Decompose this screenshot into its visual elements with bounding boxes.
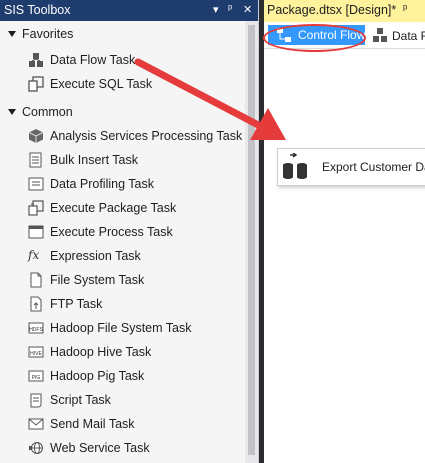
data-flow-icon (373, 28, 387, 42)
toolbox-item-file-system-task[interactable]: File System Task (28, 269, 243, 291)
toolbox-item-execute-process-task[interactable]: Execute Process Task (28, 221, 243, 243)
section-common[interactable]: Common (8, 105, 73, 119)
tab-label: Data F (392, 29, 425, 43)
item-label: Expression Task (50, 249, 141, 263)
item-label: Data Flow Task (50, 53, 136, 67)
scrollbar-thumb[interactable] (248, 25, 255, 455)
section-label: Favorites (22, 27, 74, 41)
item-label: Execute Package Task (50, 201, 177, 215)
pin-icon[interactable]: ᵖ (228, 3, 232, 15)
pig-icon: PIG (28, 370, 44, 382)
document-tab-title: Package.dtsx [Design]* (267, 3, 397, 17)
tab-data-flow[interactable]: Data F (372, 25, 425, 45)
mail-icon (28, 418, 44, 430)
toolbox-item-bulk-insert-task[interactable]: Bulk Insert Task (28, 149, 243, 171)
toolbox-item-analysis-services-processing-task[interactable]: Analysis Services Processing Task (28, 125, 243, 147)
expand-triangle-icon[interactable] (8, 108, 16, 115)
toolbox-item-hadoop-hive-task[interactable]: HIVE Hadoop Hive Task (28, 341, 243, 363)
item-label: FTP Task (50, 297, 103, 311)
ftp-icon (30, 296, 42, 312)
toolbox-item-data-flow-task[interactable]: Data Flow Task (28, 49, 243, 71)
file-system-icon (30, 272, 42, 288)
item-label: Web Service Task (50, 441, 150, 455)
close-icon[interactable]: ✕ (243, 3, 252, 16)
svg-text:HIVE: HIVE (30, 351, 42, 357)
toolbox-list: Favorites Data Flow Task Execute SQL Tas… (0, 21, 245, 463)
toolbox-title: SIS Toolbox (4, 3, 71, 17)
pin-icon[interactable]: ᵖ (403, 3, 407, 15)
execute-process-icon (28, 225, 44, 239)
section-favorites[interactable]: Favorites (8, 27, 73, 41)
fx-icon: fx (28, 248, 40, 262)
toolbox-item-send-mail-task[interactable]: Send Mail Task (28, 413, 243, 435)
item-label: Hadoop File System Task (50, 321, 192, 335)
toolbox-item-script-task[interactable]: Script Task (28, 389, 243, 411)
item-label: Bulk Insert Task (50, 153, 139, 167)
bulk-insert-icon (29, 152, 42, 168)
item-label: Data Profiling Task (50, 177, 154, 191)
item-label: Hadoop Hive Task (50, 345, 152, 359)
toolbox-item-hadoop-file-system-task[interactable]: HDFS Hadoop File System Task (28, 317, 243, 339)
ssis-toolbox-pane: SIS Toolbox ▾ ᵖ ✕ Favorites Data Flow Ta… (0, 0, 259, 463)
task-label: Export Customer Data (322, 160, 425, 174)
dropdown-icon[interactable]: ▾ (213, 3, 219, 16)
package-designer: Control Flow Data F Export Customer Data (264, 22, 425, 463)
data-profiling-icon (28, 177, 44, 191)
hive-icon: HIVE (28, 346, 44, 358)
toolbox-scrollbar[interactable] (245, 21, 258, 463)
web-service-icon (29, 442, 43, 454)
hdfs-icon: HDFS (28, 322, 44, 334)
item-label: Script Task (50, 393, 111, 407)
item-label: Send Mail Task (50, 417, 135, 431)
section-label: Common (22, 105, 73, 119)
toolbox-item-hadoop-pig-task[interactable]: PIG Hadoop Pig Task (28, 365, 243, 387)
task-export-customer-data[interactable]: Export Customer Data (277, 148, 425, 186)
toolbox-item-ftp-task[interactable]: FTP Task (28, 293, 243, 315)
document-tab-package-design[interactable]: Package.dtsx [Design]* ᵖ (264, 0, 425, 22)
toolbox-item-web-service-task[interactable]: Web Service Task (28, 437, 243, 459)
toolbox-title-bar[interactable]: SIS Toolbox ▾ ᵖ ✕ (0, 0, 258, 21)
item-label: Analysis Services Processing Task (50, 129, 243, 143)
item-label: Execute SQL Task (50, 77, 153, 91)
cube-icon (28, 129, 44, 143)
svg-text:HDFS: HDFS (29, 327, 43, 333)
toolbox-item-expression-task[interactable]: fx Expression Task (28, 245, 243, 267)
data-flow-task-icon (283, 153, 307, 179)
item-label: File System Task (50, 273, 145, 287)
script-icon (30, 393, 42, 408)
expand-triangle-icon[interactable] (8, 30, 16, 37)
toolbox-item-execute-sql-task[interactable]: Execute SQL Task (28, 73, 243, 95)
svg-text:PIG: PIG (32, 375, 41, 381)
data-flow-task-icon (29, 53, 43, 67)
execute-sql-task-icon (28, 76, 44, 92)
item-label: Execute Process Task (50, 225, 173, 239)
execute-package-icon (28, 200, 44, 216)
toolbox-item-data-profiling-task[interactable]: Data Profiling Task (28, 173, 243, 195)
annotation-ellipse (263, 24, 366, 52)
toolbox-item-execute-package-task[interactable]: Execute Package Task (28, 197, 243, 219)
item-label: Hadoop Pig Task (50, 369, 145, 383)
